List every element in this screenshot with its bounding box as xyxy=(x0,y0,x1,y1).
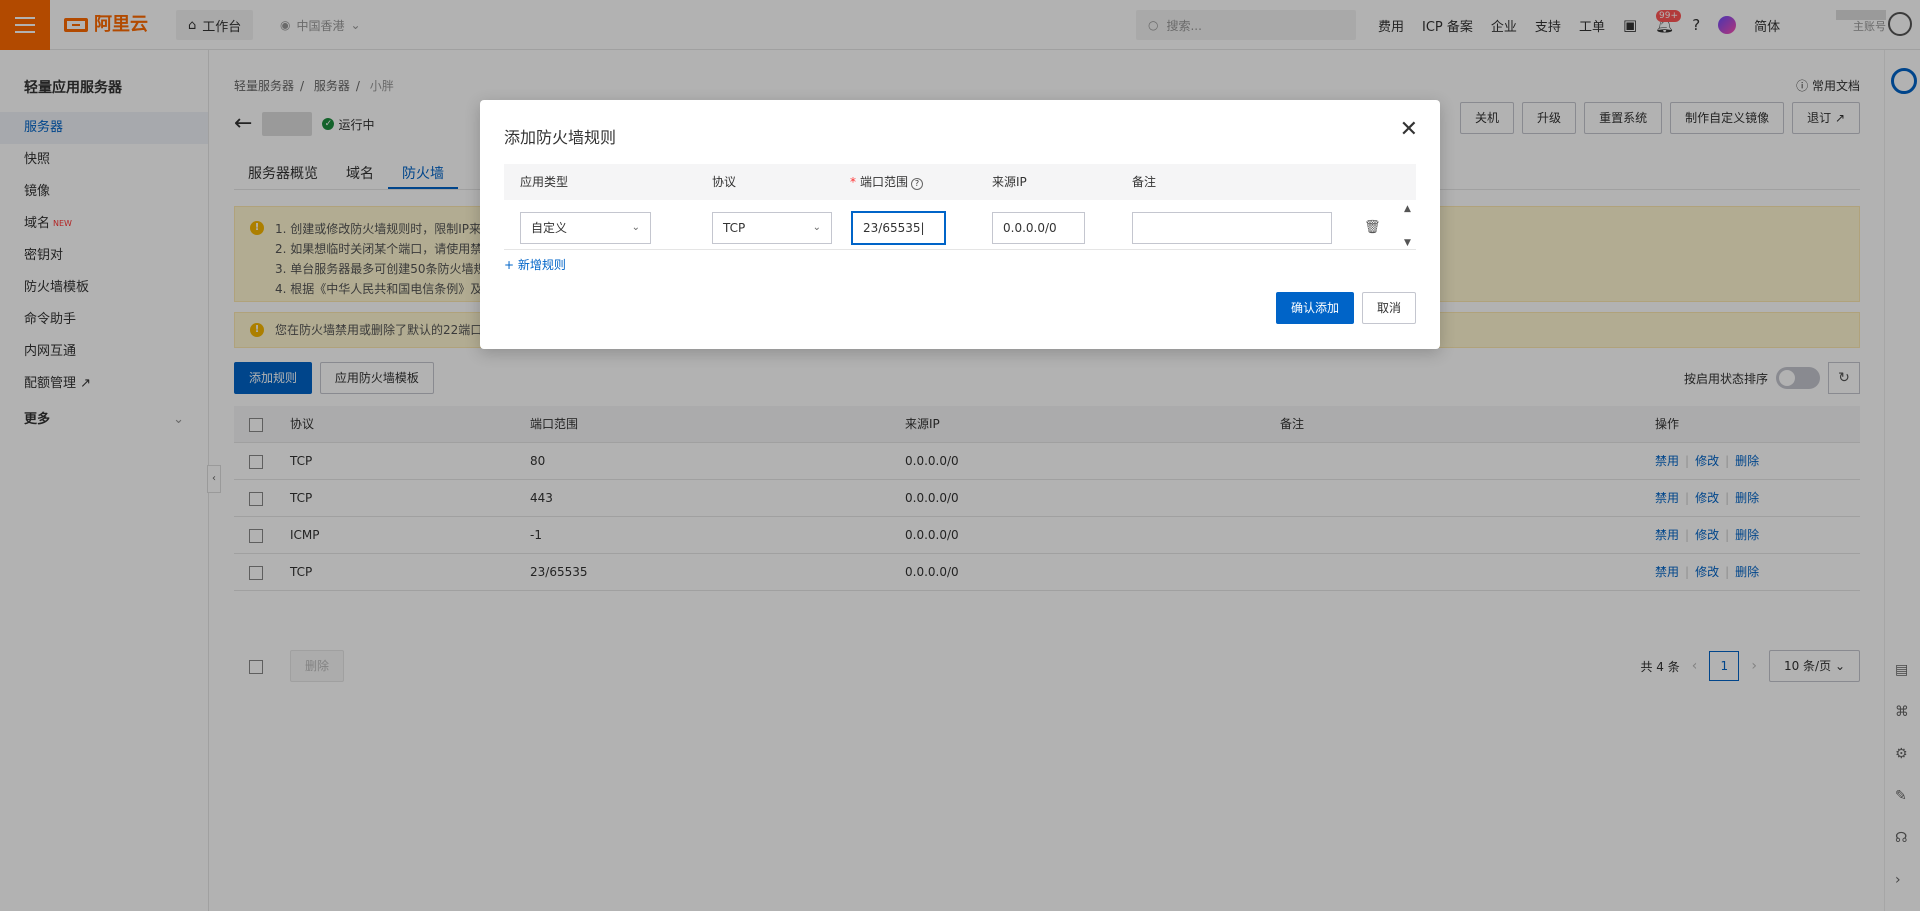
chevron-down-icon: ⌄ xyxy=(631,222,640,233)
protocol-select[interactable]: TCP ⌄ xyxy=(712,212,832,244)
dialog-title: 添加防火墙规则 xyxy=(504,128,617,147)
confirm-add-button[interactable]: 确认添加 xyxy=(1275,292,1354,324)
add-new-rule-link[interactable]: + 新增规则 xyxy=(504,256,566,273)
col-note: 备注 xyxy=(1132,175,1157,189)
required-mark: * xyxy=(850,175,856,189)
plus-icon: + xyxy=(504,258,515,272)
col-protocol: 协议 xyxy=(712,175,737,189)
rule-form-table: 应用类型 协议 * 端口范围? 来源IP 备注 自定义 ⌄ TCP ⌄ 23/6553… xyxy=(504,164,1416,250)
rule-form-row: 自定义 ⌄ TCP ⌄ 23/65535| 0.0.0.0/0 🗑︎ ▲ ▼ xyxy=(504,200,1416,250)
col-app-type: 应用类型 xyxy=(520,175,569,189)
port-range-input[interactable]: 23/65535| xyxy=(852,212,945,244)
help-icon[interactable]: ? xyxy=(911,178,924,190)
col-source: 来源IP xyxy=(992,175,1027,189)
note-input[interactable] xyxy=(1132,212,1332,244)
add-firewall-rule-dialog: 添加防火墙规则 ✕ 应用类型 协议 * 端口范围? 来源IP 备注 自定义 ⌄ TC… xyxy=(480,100,1440,349)
col-port: * 端口范围? xyxy=(850,164,924,200)
dialog-actions: 确认添加 取消 xyxy=(1275,292,1416,324)
scroll-down-icon[interactable]: ▼ xyxy=(1404,238,1411,248)
cancel-button[interactable]: 取消 xyxy=(1361,292,1416,324)
scroll-up-icon[interactable]: ▲ xyxy=(1404,204,1411,214)
chevron-down-icon: ⌄ xyxy=(812,222,821,233)
trash-icon[interactable]: 🗑︎ xyxy=(1364,220,1381,235)
rule-form-header: 应用类型 协议 * 端口范围? 来源IP 备注 xyxy=(504,164,1416,200)
source-ip-input[interactable]: 0.0.0.0/0 xyxy=(992,212,1085,244)
close-icon[interactable]: ✕ xyxy=(1400,118,1418,142)
app-type-select[interactable]: 自定义 ⌄ xyxy=(520,212,651,244)
